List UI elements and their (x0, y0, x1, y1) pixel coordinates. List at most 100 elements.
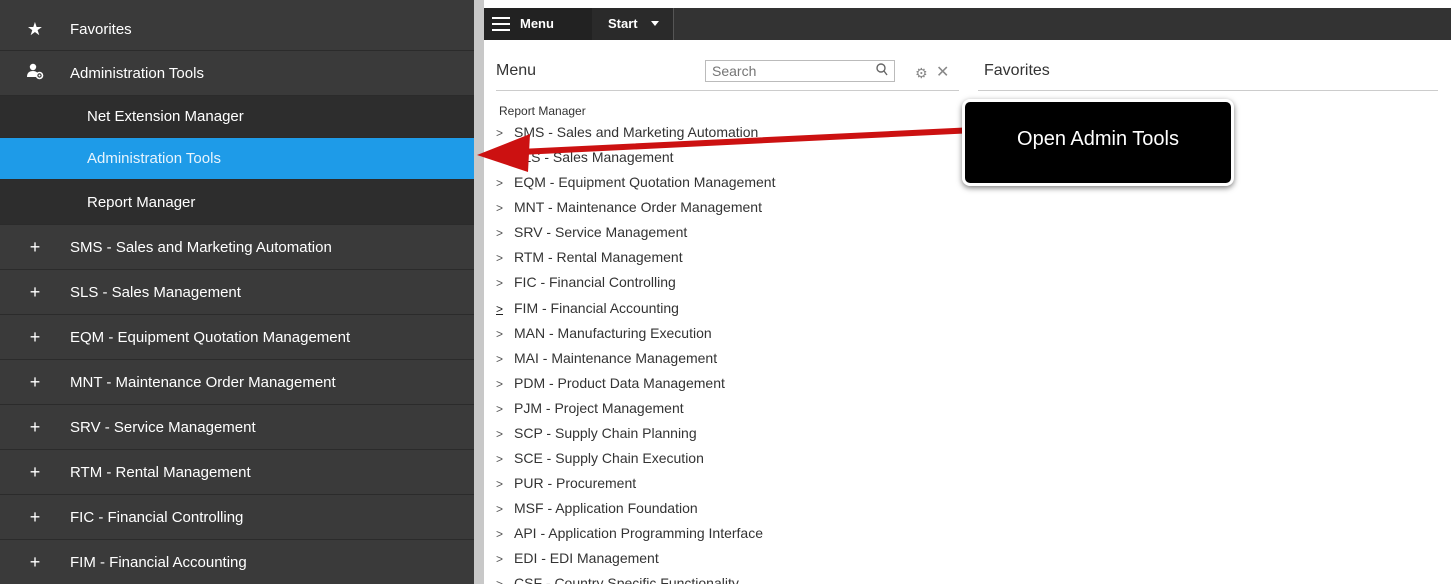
tree-item[interactable]: > SMS - Sales and Marketing Automation (496, 124, 758, 144)
tree-item-label: MSF - Application Foundation (514, 500, 698, 516)
sidebar-subitem-administration-tools[interactable]: Administration Tools (0, 138, 474, 180)
tree-item[interactable]: > PJM - Project Management (496, 400, 684, 420)
tree-item-label: EQM - Equipment Quotation Management (514, 174, 776, 190)
tree-item[interactable]: > MAI - Maintenance Management (496, 350, 717, 370)
callout-text: Open Admin Tools (1017, 128, 1179, 150)
chevron-right-icon: > (496, 151, 504, 165)
chevron-right-icon: > (496, 327, 504, 341)
plus-icon: + (29, 551, 41, 572)
tree-item[interactable]: > EDI - EDI Management (496, 550, 659, 570)
sidebar-item-sls[interactable]: + SLS - Sales Management (0, 270, 474, 315)
tree-item[interactable]: > SCE - Supply Chain Execution (496, 450, 704, 470)
plus-icon: + (29, 326, 41, 347)
tree-item[interactable]: > SRV - Service Management (496, 224, 687, 244)
tree-item-label: CSF - Country Specific Functionality (514, 575, 739, 584)
sidebar-item-label: FIC - Financial Controlling (70, 508, 244, 526)
tree-item-label: MAN - Manufacturing Execution (514, 325, 712, 341)
chevron-right-icon: > (496, 276, 504, 290)
menu-panel-title: Menu (496, 62, 537, 79)
user-gear-icon (26, 62, 44, 85)
plus-icon: + (29, 371, 41, 392)
plus-icon: + (29, 236, 41, 257)
close-icon[interactable]: ✕ (936, 62, 949, 82)
search-box (705, 60, 895, 82)
menu-panel-divider (496, 90, 959, 91)
gear-icon[interactable]: ⚙ (915, 65, 928, 82)
sidebar-item-label: SMS - Sales and Marketing Automation (70, 238, 332, 256)
sidebar-item-label: EQM - Equipment Quotation Management (70, 328, 351, 346)
sidebar-divider (474, 0, 484, 584)
sidebar-item-label: Net Extension Manager (87, 108, 244, 125)
sidebar-item-label: Report Manager (87, 193, 196, 211)
sidebar-item-report-manager[interactable]: Report Manager (0, 180, 474, 225)
sidebar-item-administration-tools[interactable]: Administration Tools (0, 51, 474, 96)
chevron-right-icon: > (496, 377, 504, 391)
tree-item-label: FIC - Financial Controlling (514, 274, 676, 290)
sidebar-item-srv[interactable]: + SRV - Service Management (0, 405, 474, 450)
chevron-right-icon: > (496, 126, 504, 140)
sidebar-item-mnt[interactable]: + MNT - Maintenance Order Management (0, 360, 474, 405)
tree-item-label: PDM - Product Data Management (514, 375, 725, 391)
menu-button[interactable]: Menu (484, 8, 592, 40)
tree-item[interactable]: > FIM - Financial Accounting (496, 300, 679, 320)
tree-item-label: PJM - Project Management (514, 400, 684, 416)
tree-item[interactable]: > MNT - Maintenance Order Management (496, 199, 762, 219)
search-input[interactable] (706, 61, 866, 81)
start-button-label: Start (608, 16, 638, 31)
tree-item[interactable]: > PUR - Procurement (496, 475, 636, 495)
chevron-right-icon: > (496, 352, 504, 366)
tree-item-label: FIM - Financial Accounting (514, 300, 679, 316)
tree-item-label: SLS - Sales Management (514, 149, 674, 165)
start-dropdown-button[interactable]: Start (592, 8, 674, 40)
tree-item-label: SCP - Supply Chain Planning (514, 425, 697, 441)
chevron-right-icon: > (496, 452, 504, 466)
hamburger-icon (492, 17, 510, 31)
sidebar-subitem-net-extension-manager[interactable]: Net Extension Manager (0, 96, 474, 138)
sidebar-item-fic[interactable]: + FIC - Financial Controlling (0, 495, 474, 540)
tree-item[interactable]: > MSF - Application Foundation (496, 500, 698, 520)
menu-button-label: Menu (520, 16, 554, 31)
chevron-right-icon: > (496, 402, 504, 416)
sidebar-item-label: FIM - Financial Accounting (70, 553, 247, 571)
caret-down-icon (651, 21, 659, 26)
sidebar-item-fim[interactable]: + FIM - Financial Accounting (0, 540, 474, 584)
plus-icon: + (29, 416, 41, 437)
annotation-callout: Open Admin Tools (962, 99, 1234, 186)
sidebar-item-label: MNT - Maintenance Order Management (70, 373, 336, 391)
top-bar: Menu Start (484, 8, 1451, 40)
tree-item-label: MNT - Maintenance Order Management (514, 199, 762, 215)
tree-item[interactable]: > RTM - Rental Management (496, 249, 683, 269)
sidebar-item-label: Administration Tools (87, 150, 221, 167)
tree-item-label: RTM - Rental Management (514, 249, 683, 265)
sidebar-item-label: RTM - Rental Management (70, 463, 251, 481)
chevron-right-icon: > (496, 427, 504, 441)
plus-icon: + (29, 506, 41, 527)
sidebar-item-rtm[interactable]: + RTM - Rental Management (0, 450, 474, 495)
sidebar-item-sms[interactable]: + SMS - Sales and Marketing Automation (0, 225, 474, 270)
chevron-right-icon: > (496, 502, 504, 516)
sidebar: ★ Favorites Administration Tools Net Ext… (0, 0, 474, 584)
tree-item-label: API - Application Programming Interface (514, 525, 764, 541)
chevron-right-icon: > (496, 302, 504, 316)
chevron-right-icon: > (496, 176, 504, 190)
sidebar-item-label: Administration Tools (70, 64, 204, 82)
tree-item[interactable]: > FIC - Financial Controlling (496, 274, 676, 294)
sidebar-item-favorites[interactable]: ★ Favorites (0, 8, 474, 51)
tree-item[interactable]: > SLS - Sales Management (496, 149, 674, 169)
tree-item-label: MAI - Maintenance Management (514, 350, 718, 366)
tree-item-label: SRV - Service Management (514, 224, 688, 240)
tree-item[interactable]: > PDM - Product Data Management (496, 375, 725, 395)
report-manager-heading[interactable]: Report Manager (499, 104, 586, 118)
chevron-right-icon: > (496, 477, 504, 491)
sidebar-item-label: SLS - Sales Management (70, 283, 241, 301)
tree-item[interactable]: > SCP - Supply Chain Planning (496, 425, 697, 445)
tree-item[interactable]: > CSF - Country Specific Functionality (496, 575, 739, 584)
tree-item[interactable]: > API - Application Programming Interface (496, 525, 763, 545)
sidebar-item-eqm[interactable]: + EQM - Equipment Quotation Management (0, 315, 474, 360)
search-icon[interactable] (876, 63, 888, 80)
chevron-right-icon: > (496, 577, 504, 584)
chevron-right-icon: > (496, 251, 504, 265)
tree-item[interactable]: > EQM - Equipment Quotation Management (496, 174, 775, 194)
star-icon: ★ (26, 18, 44, 39)
tree-item[interactable]: > MAN - Manufacturing Execution (496, 325, 712, 345)
